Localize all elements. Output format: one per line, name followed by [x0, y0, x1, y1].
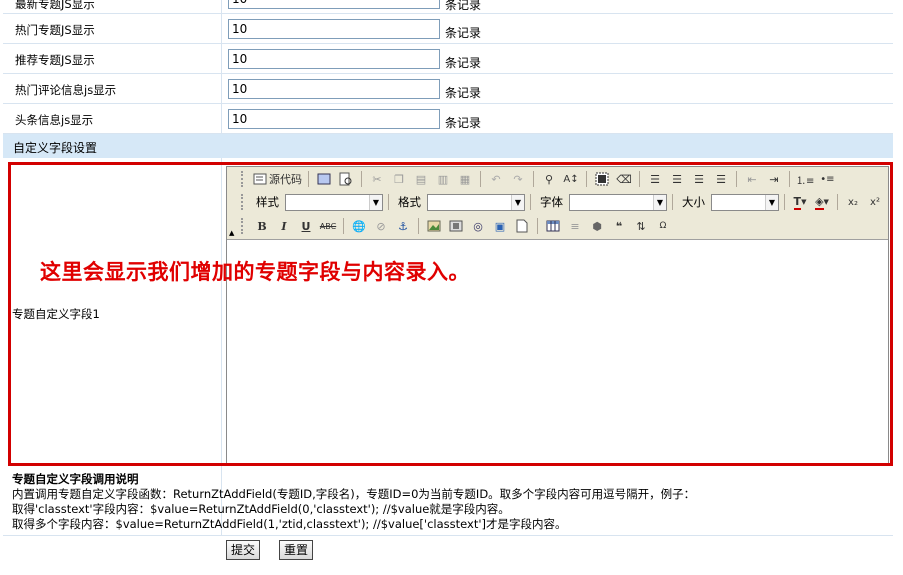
row-value-input[interactable] [228, 109, 440, 129]
table-row: 热门专题JS显示 条记录 [3, 14, 893, 44]
settings-form: 最新专题JS显示 条记录 热门专题JS显示 条记录 推荐专题JS显示 条记录 热… [0, 0, 903, 575]
row-label: 头条信息js显示 [15, 113, 94, 127]
row-unit: 条记录 [445, 26, 482, 40]
reset-button[interactable]: 重置 [279, 540, 314, 560]
row-label: 推荐专题JS显示 [15, 53, 95, 67]
row-label: 最新专题JS显示 [15, 0, 95, 11]
usage-description: 专题自定义字段调用说明 内置调用专题自定义字段函数：ReturnZtAddFie… [12, 472, 695, 532]
description-line: 取得多个字段内容：$value=ReturnZtAddField(1,'ztid… [12, 517, 567, 531]
highlight-frame [8, 162, 893, 466]
row-value-input[interactable] [228, 0, 440, 9]
row-label: 热门专题JS显示 [15, 23, 95, 37]
annotation-text: 这里会显示我们增加的专题字段与内容录入。 [40, 259, 470, 284]
row-label: 热门评论信息js显示 [15, 83, 117, 97]
row-value-input[interactable] [228, 79, 440, 99]
row-unit: 条记录 [445, 116, 482, 130]
row-unit: 条记录 [445, 0, 482, 12]
description-line: 内置调用专题自定义字段函数：ReturnZtAddField(专题ID,字段名)… [12, 487, 696, 501]
custom-field-label: 专题自定义字段1 [12, 307, 100, 321]
table-row: 热门评论信息js显示 条记录 [3, 74, 893, 104]
table-row: 头条信息js显示 条记录 [3, 104, 893, 134]
row-value-input[interactable] [228, 49, 440, 69]
submit-button[interactable]: 提交 [226, 540, 261, 560]
form-actions: 提交 重置 [3, 535, 893, 565]
row-value-input[interactable] [228, 19, 440, 39]
description-line: 取得'classtext'字段内容：$value=ReturnZtAddFiel… [12, 502, 510, 516]
table-row: 最新专题JS显示 条记录 [3, 0, 893, 14]
row-unit: 条记录 [445, 56, 482, 70]
section-header: 自定义字段设置 [3, 134, 893, 158]
section-title: 自定义字段设置 [13, 141, 98, 155]
description-title: 专题自定义字段调用说明 [12, 472, 139, 486]
row-unit: 条记录 [445, 86, 482, 100]
table-row: 推荐专题JS显示 条记录 [3, 44, 893, 74]
